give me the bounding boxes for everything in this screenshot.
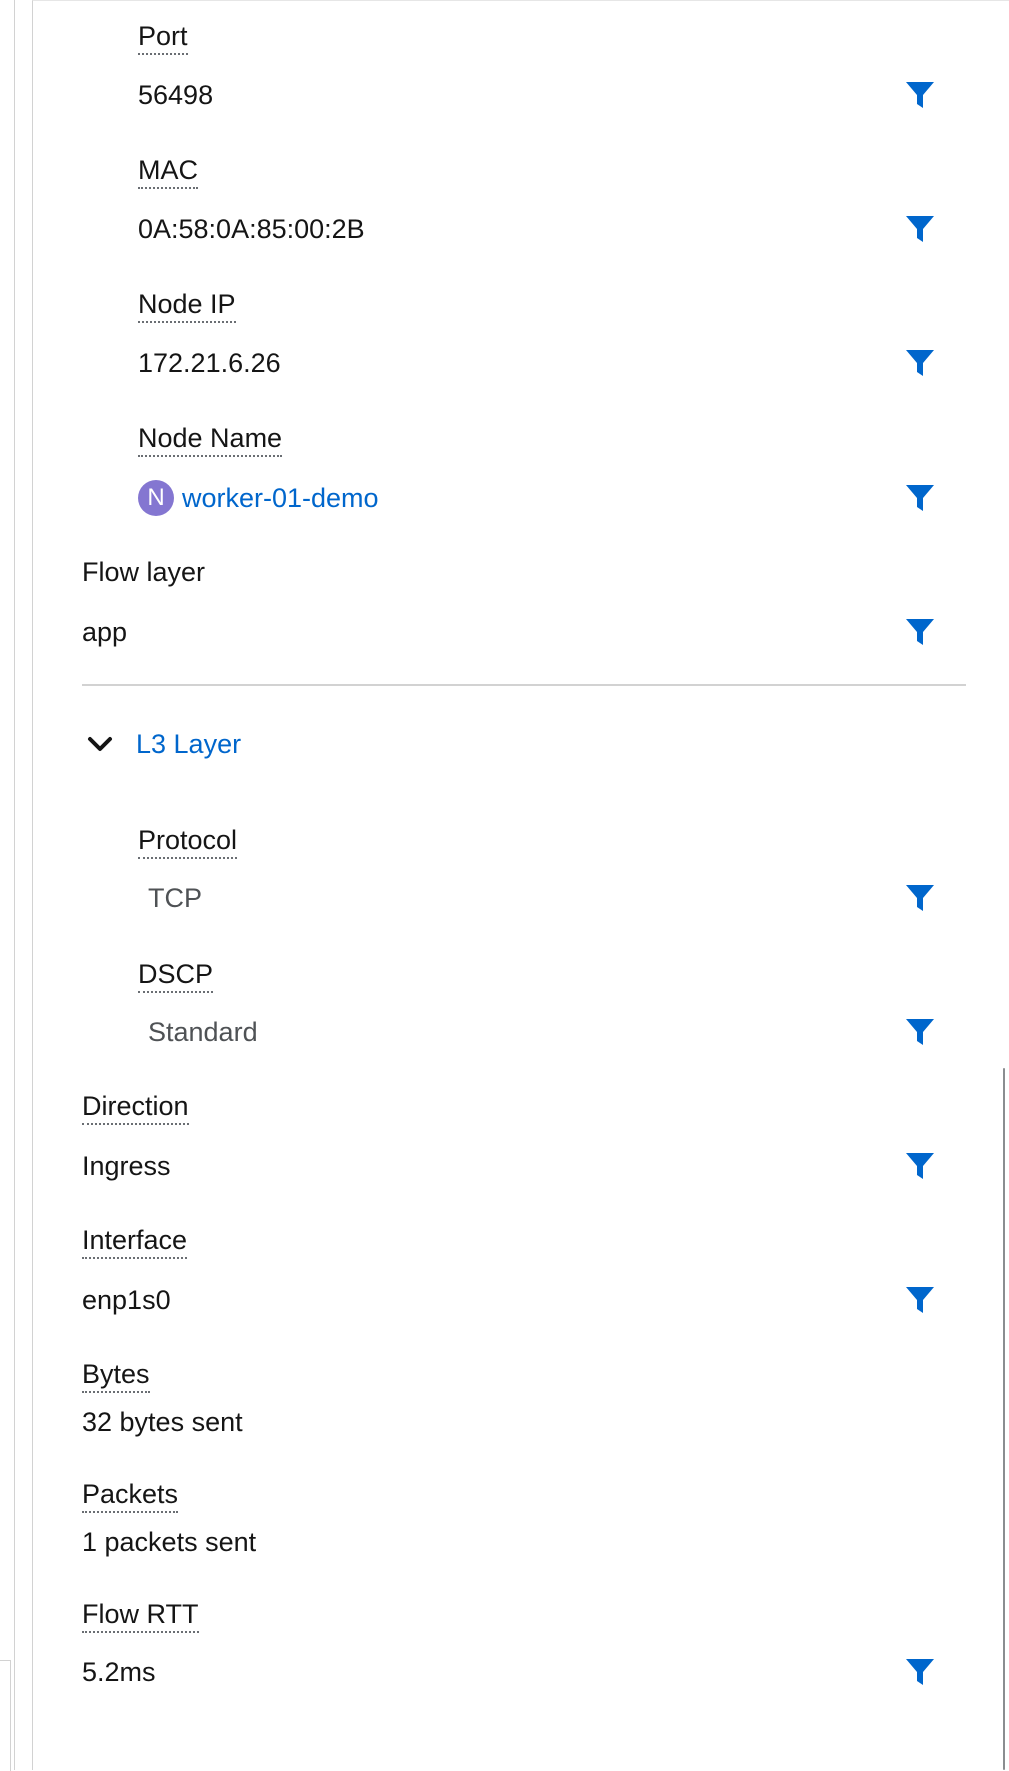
filter-icon: [906, 216, 934, 242]
port-filter-button[interactable]: [904, 79, 936, 111]
node-name-label: Node Name: [138, 422, 283, 457]
bytes-value: 32 bytes sent: [82, 1407, 243, 1437]
node-name-link[interactable]: worker-01-demo: [182, 482, 379, 514]
flow-rtt-label: Flow RTT: [82, 1598, 199, 1633]
section-divider: [82, 684, 966, 686]
packets-label: Packets: [82, 1478, 179, 1513]
filter-icon: [906, 1153, 934, 1179]
interface-label: Interface: [82, 1224, 188, 1259]
node-ip-filter-button[interactable]: [904, 347, 936, 379]
l3-layer-section-toggle[interactable]: L3 Layer: [82, 726, 312, 762]
mac-label: MAC: [138, 154, 198, 189]
direction-filter-button[interactable]: [904, 1150, 936, 1182]
port-label: Port: [138, 20, 188, 55]
protocol-label: Protocol: [138, 824, 238, 859]
mac-filter-button[interactable]: [904, 213, 936, 245]
filter-icon: [906, 1659, 934, 1685]
interface-value: enp1s0: [82, 1285, 171, 1315]
filter-icon: [906, 885, 934, 911]
node-ip-label: Node IP: [138, 288, 236, 323]
filter-icon: [906, 350, 934, 376]
interface-filter-button[interactable]: [904, 1284, 936, 1316]
dscp-filter-button[interactable]: [904, 1016, 936, 1048]
dscp-value: Standard: [148, 1017, 258, 1047]
filter-icon: [906, 1019, 934, 1045]
chevron-down-icon: [88, 737, 112, 751]
dscp-label: DSCP: [138, 958, 214, 993]
protocol-filter-button[interactable]: [904, 882, 936, 914]
node-name-filter-button[interactable]: [904, 482, 936, 514]
flow-layer-label: Flow layer: [82, 557, 206, 587]
background-page-panel: [0, 1660, 11, 1771]
bytes-label: Bytes: [82, 1358, 150, 1393]
filter-icon: [906, 1287, 934, 1313]
node-ip-value: 172.21.6.26: [138, 348, 281, 378]
direction-value: Ingress: [82, 1151, 171, 1181]
l3-layer-section-title: L3 Layer: [136, 729, 242, 759]
flow-layer-filter-button[interactable]: [904, 616, 936, 648]
mac-value: 0A:58:0A:85:00:2B: [138, 214, 365, 244]
filter-icon: [906, 82, 934, 108]
node-resource-badge: N: [138, 480, 174, 516]
filter-icon: [906, 619, 934, 645]
drawer-scrollbar[interactable]: [1003, 1068, 1005, 1770]
direction-label: Direction: [82, 1090, 189, 1125]
protocol-value: TCP: [148, 883, 202, 913]
background-page-edge: [0, 0, 15, 1770]
flow-rtt-filter-button[interactable]: [904, 1656, 936, 1688]
filter-icon: [906, 485, 934, 511]
flow-layer-value: app: [82, 617, 128, 647]
packets-value: 1 packets sent: [82, 1527, 257, 1557]
port-value: 56498: [138, 80, 214, 110]
flow-rtt-value: 5.2ms: [82, 1657, 156, 1687]
